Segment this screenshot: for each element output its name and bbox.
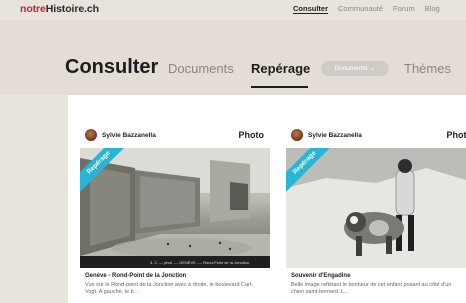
nav-forum[interactable]: Forum xyxy=(393,4,415,13)
dropdown-label: Documents xyxy=(334,65,368,72)
avatar[interactable] xyxy=(291,129,303,141)
left-margin xyxy=(0,95,68,303)
tab-documents[interactable]: Documents xyxy=(168,61,234,76)
sepia-street-photo xyxy=(80,148,270,268)
page-title: Consulter xyxy=(65,56,159,78)
card-description: Belle image reflétant le bonheur de cet … xyxy=(291,282,452,296)
nav-blog[interactable]: Blog xyxy=(425,4,440,13)
active-tab-underline xyxy=(251,86,308,88)
document-type: Photo xyxy=(446,130,466,140)
author-name[interactable]: Sylvie Bazzanella xyxy=(102,132,156,139)
nav-consulter[interactable]: Consulter xyxy=(293,4,328,13)
logo-part-histoire: Histoire.ch xyxy=(45,3,99,15)
photo-card[interactable]: Sylvie Bazzanella Photo Repérage 3. 2. —… xyxy=(80,127,270,297)
logo-part-notre: notre xyxy=(20,3,46,15)
author-name[interactable]: Sylvie Bazzanella xyxy=(308,132,362,139)
top-bar: notreHistoire.ch Consulter Communauté Fo… xyxy=(0,0,466,20)
card-description: Vue sur le Rond-point de la Jonction ave… xyxy=(85,282,253,296)
chevron-down-icon: ⌄ xyxy=(370,66,376,72)
card-header: Sylvie Bazzanella Photo xyxy=(286,127,466,145)
photo-thumbnail[interactable]: Repérage xyxy=(286,148,466,268)
card-title[interactable]: Genève - Rond-Point de la Jonction xyxy=(80,273,270,279)
photo-caption-text: 3. 2. — phot. — GENÈVE. — Rond-Point de … xyxy=(150,260,249,265)
tab-themes[interactable]: Thèmes xyxy=(404,61,451,76)
card-header: Sylvie Bazzanella Photo xyxy=(80,127,270,145)
tab-reperage[interactable]: Repérage xyxy=(251,61,310,76)
avatar[interactable] xyxy=(85,129,97,141)
photo-card[interactable]: Sylvie Bazzanella Photo Repérage Souveni… xyxy=(286,127,466,297)
site-logo[interactable]: notreHistoire.ch xyxy=(20,3,99,15)
photo-caption-strip: 3. 2. — phot. — GENÈVE. — Rond-Point de … xyxy=(80,256,270,268)
top-navigation: Consulter Communauté Forum Blog xyxy=(293,4,440,13)
documents-dropdown[interactable]: Documents ⌄ xyxy=(321,61,389,76)
document-type: Photo xyxy=(238,130,265,140)
snow-dog-photo xyxy=(286,148,466,268)
card-title[interactable]: Souvenir d'Engadine xyxy=(286,273,466,279)
photo-thumbnail[interactable]: Repérage 3. 2. — phot. — GENÈVE. — Rond-… xyxy=(80,148,270,268)
nav-communaute[interactable]: Communauté xyxy=(338,4,383,13)
